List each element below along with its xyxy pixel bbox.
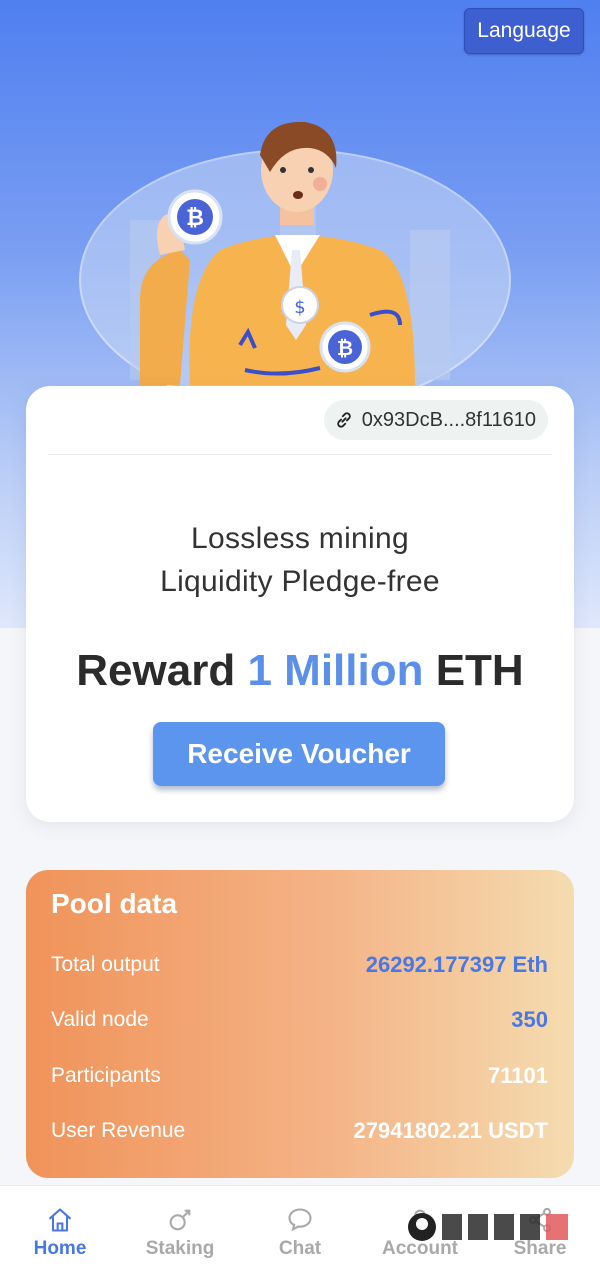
- account-icon: [409, 1209, 431, 1231]
- tagline-line1: Lossless mining: [191, 522, 409, 555]
- reward-card: 0x93DcB....8f11610 Lossless mining Liqui…: [26, 386, 574, 822]
- pool-value: 27941802.21 USDT: [353, 1118, 548, 1143]
- reward-headline: Reward 1 Million ETH: [26, 646, 574, 696]
- svg-text:$: $: [294, 297, 305, 318]
- tab-home[interactable]: Home: [0, 1186, 120, 1270]
- pool-value: 26292.177397 Eth: [365, 952, 548, 977]
- tab-staking[interactable]: Staking: [120, 1186, 240, 1270]
- bottom-tab-bar: Home Staking Chat Account Share: [0, 1185, 600, 1270]
- tab-chat[interactable]: Chat: [240, 1186, 360, 1270]
- tab-label: Staking: [145, 1238, 215, 1259]
- tab-label: Chat: [278, 1238, 322, 1259]
- pool-row-participants: Participants 71101: [51, 1059, 548, 1093]
- pool-row-user-revenue: User Revenue 27941802.21 USDT: [51, 1114, 548, 1148]
- receive-voucher-button[interactable]: Receive Voucher: [153, 722, 445, 786]
- pool-label: User Revenue: [51, 1119, 186, 1142]
- pool-title: Pool data: [51, 888, 178, 919]
- wallet-address-pill[interactable]: 0x93DcB....8f11610: [323, 400, 548, 440]
- language-button[interactable]: Language: [464, 8, 584, 54]
- tab-label: Home: [33, 1238, 87, 1259]
- tab-account[interactable]: Account: [360, 1186, 480, 1270]
- pool-value: 71101: [488, 1063, 548, 1088]
- pool-label: Total output: [51, 953, 160, 976]
- pool-label: Participants: [51, 1064, 161, 1087]
- share-icon: [529, 1207, 551, 1233]
- staking-icon: [169, 1209, 191, 1231]
- pool-label: Valid node: [51, 1008, 149, 1031]
- tab-label: Account: [382, 1238, 458, 1259]
- tagline-line2: Liquidity Pledge-free: [160, 565, 440, 598]
- hero-illustration: ₿ $ ₿: [79, 121, 511, 395]
- pool-row-total-output: Total output 26292.177397 Eth: [51, 948, 548, 982]
- link-icon: [337, 412, 351, 428]
- home-icon: [48, 1208, 72, 1232]
- reward-suffix: ETH: [435, 646, 524, 695]
- reward-prefix: Reward: [76, 646, 236, 695]
- reward-amount: 1 Million: [247, 646, 424, 695]
- pool-row-valid-node: Valid node 350: [51, 1003, 548, 1037]
- pool-data-card: Pool data Total output 26292.177397 Eth …: [26, 870, 574, 1178]
- pool-value: 350: [511, 1007, 548, 1032]
- svg-text:₿: ₿: [337, 336, 353, 360]
- card-divider: [48, 454, 552, 455]
- tab-share[interactable]: Share: [480, 1186, 600, 1270]
- tab-label: Share: [513, 1238, 567, 1259]
- svg-text:₿: ₿: [186, 206, 204, 231]
- wallet-address: 0x93DcB....8f11610: [361, 408, 536, 431]
- chat-icon: [288, 1208, 312, 1232]
